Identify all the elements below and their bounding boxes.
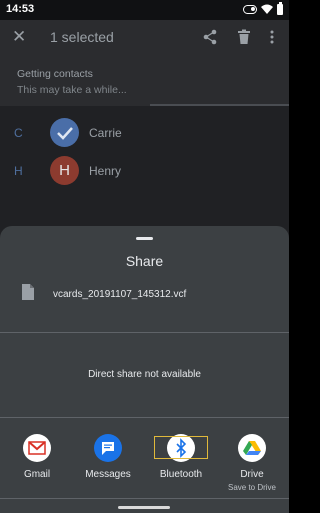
drag-handle[interactable] [136,237,153,240]
wifi-icon [261,4,273,14]
close-icon[interactable]: ✕ [12,28,26,45]
avatar-selected [50,118,79,147]
target-label: Bluetooth [159,469,203,480]
target-label: Messages [85,469,131,480]
share-target-messages[interactable]: Messages [73,434,143,496]
status-time: 14:53 [6,3,35,15]
share-sheet: Share vcards_20191107_145312.vcf Direct … [0,226,289,513]
battery-icon [277,1,283,15]
direct-share-message: Direct share not available [88,369,201,380]
share-icon[interactable] [202,29,218,45]
data-saver-icon [243,4,257,14]
file-icon [22,284,34,300]
section-letter: C [14,126,23,140]
bluetooth-highlight-box [154,436,208,459]
selection-app-bar: ✕ 1 selected [0,20,289,56]
target-label: Gmail [23,469,51,480]
loading-title: Getting contacts [17,68,93,80]
delete-icon[interactable] [237,29,251,45]
sheet-title: Share [125,253,164,269]
target-sublabel: Save to Drive [227,483,277,492]
more-options-icon[interactable] [269,29,275,45]
divider [0,498,289,499]
divider [0,332,289,333]
gesture-nav-bar[interactable] [118,506,170,509]
contact-row-henry[interactable]: H H Henry [0,152,289,192]
gmail-icon [23,434,51,462]
loading-progress-bar [150,104,289,106]
status-bar: 14:53 [0,0,289,20]
contact-row-carrie[interactable]: C Carrie [0,114,289,154]
section-letter: H [14,164,23,178]
share-target-gmail[interactable]: Gmail [2,434,72,496]
divider [0,417,289,418]
file-name: vcards_20191107_145312.vcf [53,289,187,300]
contact-name: Carrie [89,126,122,140]
loading-subtitle: This may take a while... [17,84,127,96]
loading-banner: Getting contacts This may take a while..… [0,56,289,106]
check-icon [57,127,73,140]
selection-count-title: 1 selected [50,29,114,45]
drive-icon [238,434,266,462]
contact-name: Henry [89,164,122,178]
target-label: Drive [240,469,264,480]
messages-icon [94,434,122,462]
avatar: H [50,156,79,185]
share-target-drive[interactable]: Drive Save to Drive [217,434,287,496]
status-icons [243,1,283,15]
